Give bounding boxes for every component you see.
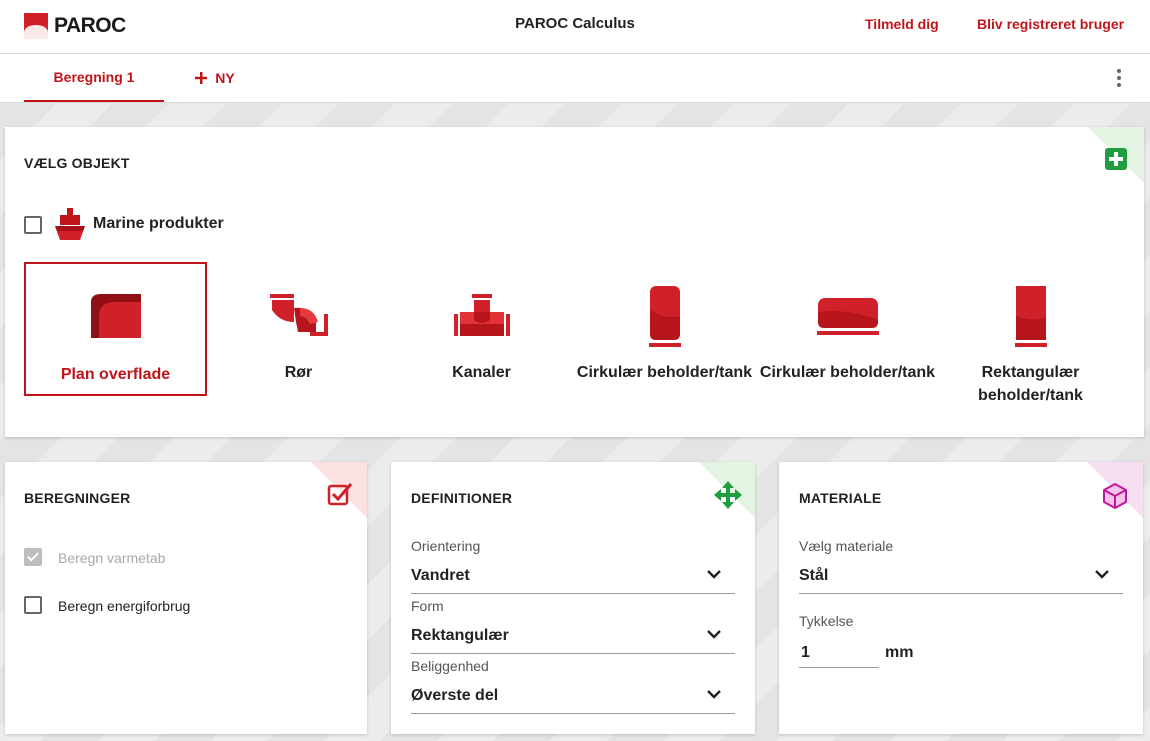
cube-icon [1103, 483, 1127, 509]
object-pipe[interactable]: Rør [207, 262, 390, 396]
ship-icon [55, 208, 85, 240]
card-title: MATERIALE [799, 490, 882, 506]
material-select[interactable]: Stål [799, 563, 1123, 594]
logo-text: PAROC [54, 14, 126, 37]
pipe-icon [269, 294, 328, 336]
plane-surface-icon [90, 294, 141, 338]
object-plan-surface[interactable]: Plan overflade [24, 262, 207, 396]
object-label: Rør [284, 364, 313, 381]
chevron-down-icon [1095, 570, 1109, 579]
tab-beregning-1[interactable]: Beregning 1 [24, 54, 164, 102]
orientation-value: Vandret [411, 567, 470, 584]
form-select[interactable]: Rektangulær [411, 623, 735, 654]
object-label: Cirkulær beholder/tank [576, 364, 753, 381]
heat-loss-checkbox[interactable] [24, 548, 42, 566]
duct-icon [453, 294, 510, 336]
vertical-tank-icon [648, 286, 681, 347]
form-value: Rektangulær [411, 627, 509, 644]
object-label: Plan overflade [60, 366, 171, 383]
location-label: Beliggenhed [411, 658, 489, 674]
thickness-label: Tykkelse [799, 613, 854, 629]
owens-corning-logo-icon [24, 13, 48, 39]
card-title: DEFINITIONER [411, 490, 513, 506]
object-label: Kanaler [452, 364, 511, 381]
material-card: MATERIALE Vælg materiale Stål Tykkelse m… [779, 462, 1143, 734]
material-label: Vælg materiale [799, 538, 894, 554]
marine-label: Marine produkter [93, 215, 224, 232]
card-title: VÆLG OBJEKT [24, 155, 130, 171]
register-link[interactable]: Bliv registreret bruger [977, 16, 1124, 32]
paroc-logo[interactable]: PAROC [24, 13, 126, 39]
object-label: Cirkulær beholder/tank [759, 364, 936, 381]
energy-consumption-checkbox[interactable] [24, 596, 42, 614]
more-options-icon[interactable] [1112, 69, 1126, 89]
tab-bar: Beregning 1 NY [0, 54, 1150, 103]
tab-label: Beregning 1 [53, 69, 135, 85]
thickness-unit: mm [885, 644, 914, 661]
login-link[interactable]: Tilmeld dig [865, 16, 939, 32]
definitions-card: DEFINITIONER Orientering Vandret Form Re… [391, 462, 755, 734]
move-arrows-icon [714, 481, 742, 509]
card-title: BEREGNINGER [24, 490, 131, 506]
location-value: Øverste del [411, 687, 499, 704]
form-label: Form [411, 598, 444, 614]
heat-loss-label: Beregn varmetab [58, 550, 166, 566]
calculations-card: BEREGNINGER Beregn varmetab Beregn energ… [5, 462, 367, 734]
plus-square-icon[interactable] [1105, 148, 1127, 170]
material-value: Stål [799, 567, 829, 584]
object-circular-tank-vertical[interactable]: Cirkulær beholder/tank [573, 262, 756, 396]
chevron-down-icon [707, 570, 721, 579]
plus-icon [195, 72, 208, 84]
marine-checkbox[interactable] [24, 216, 42, 234]
rectangular-tank-icon [1014, 286, 1047, 347]
object-rectangular-tank[interactable]: Rektangulær beholder/tank [939, 262, 1122, 404]
tab-label: NY [215, 70, 235, 86]
tab-new[interactable]: NY [190, 54, 240, 102]
horizontal-tank-icon [816, 298, 879, 335]
orientation-select[interactable]: Vandret [411, 563, 735, 594]
object-label: Rektangulær beholder/tank [978, 364, 1083, 404]
object-duct[interactable]: Kanaler [390, 262, 573, 396]
location-select[interactable]: Øverste del [411, 683, 735, 714]
checkbox-check-icon [327, 483, 353, 506]
chevron-down-icon [707, 630, 721, 639]
orientation-label: Orientering [411, 538, 481, 554]
energy-consumption-label: Beregn energiforbrug [58, 598, 191, 614]
thickness-input[interactable] [799, 638, 879, 668]
top-bar: PAROC PAROC Calculus Tilmeld dig Bliv re… [0, 0, 1150, 54]
chevron-down-icon [707, 690, 721, 699]
object-circular-tank-horizontal[interactable]: Cirkulær beholder/tank [756, 262, 939, 396]
